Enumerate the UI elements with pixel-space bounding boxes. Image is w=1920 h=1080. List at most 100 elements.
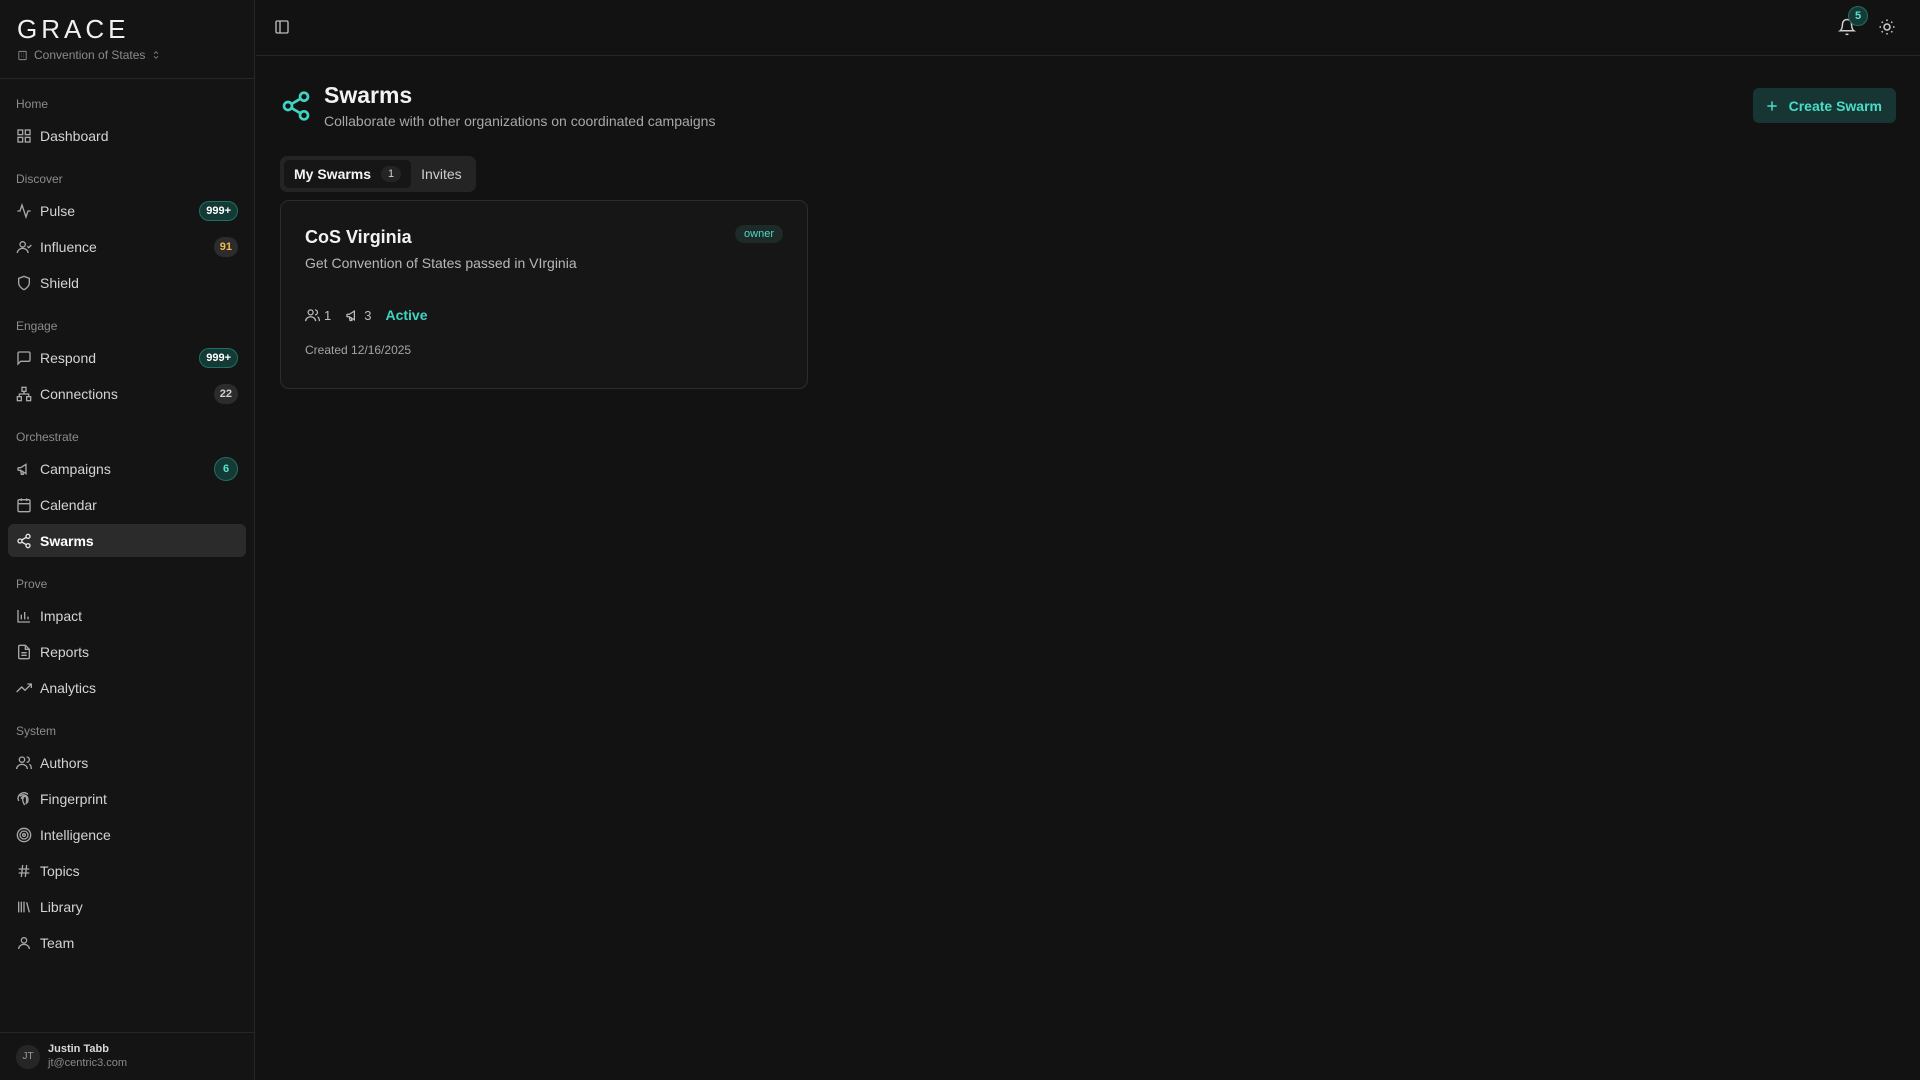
tab-count: 1 <box>381 166 402 182</box>
bar-chart-icon <box>17 609 30 623</box>
sidebar-item-label: Impact <box>40 607 83 624</box>
sidebar-item-label: Topics <box>40 862 80 879</box>
swarm-meta: 1 3 Active <box>305 307 783 323</box>
nav-section-home: Home Dashboard <box>8 95 246 152</box>
sidebar-item-label: Campaigns <box>40 460 111 477</box>
sidebar-item-analytics[interactable]: Analytics <box>8 671 246 704</box>
sidebar-item-label: Pulse <box>40 202 76 219</box>
sidebar-item-label: Calendar <box>40 496 97 513</box>
file-text-icon <box>18 644 30 659</box>
swarm-name: CoS Virginia <box>305 227 412 247</box>
role-badge: owner <box>735 225 783 243</box>
section-label: Discover <box>16 172 63 186</box>
dashboard-icon <box>17 128 31 143</box>
sidebar-toggle-icon[interactable] <box>274 19 290 35</box>
sidebar-item-fingerprint[interactable]: Fingerprint <box>8 782 246 815</box>
message-icon <box>17 350 31 366</box>
target-icon <box>16 827 32 842</box>
calendar-icon <box>17 497 31 512</box>
team-icon <box>18 936 30 949</box>
sidebar-item-label: Intelligence <box>40 826 111 843</box>
plus-icon <box>1766 100 1777 111</box>
sidebar-item-label: Analytics <box>40 679 97 696</box>
chevrons-up-down-icon <box>154 51 159 59</box>
count-badge: 22 <box>213 383 238 404</box>
nav-section-system: System Authors Fingerprint Intelligence … <box>8 722 246 959</box>
sidebar-item-label: Dashboard <box>40 127 109 144</box>
sidebar-item-label: Connections <box>40 385 118 402</box>
megaphone-icon <box>346 309 356 321</box>
hash-icon <box>18 864 30 877</box>
tab-invites[interactable]: Invites <box>411 160 471 188</box>
page-subtitle: Collaborate with other organizations on … <box>324 113 716 129</box>
nav-section-prove: Prove Impact Reports Analytics <box>8 575 246 704</box>
avatar: JT <box>16 1044 40 1069</box>
section-label: Engage <box>16 319 58 333</box>
org-name: Convention of States <box>34 48 146 62</box>
sidebar-item-intelligence[interactable]: Intelligence <box>8 818 246 851</box>
section-label: Prove <box>16 577 48 591</box>
users-icon <box>16 755 32 769</box>
sidebar-item-influence[interactable]: Influence 91 <box>8 230 246 263</box>
section-label: Orchestrate <box>16 430 79 444</box>
nav-section-engage: Engage Respond 999+ Connections 22 <box>8 317 246 410</box>
sidebar-item-reports[interactable]: Reports <box>8 635 246 668</box>
status-badge: Active <box>385 307 428 323</box>
sidebar-item-label: Fingerprint <box>40 790 107 807</box>
sidebar-item-campaigns[interactable]: Campaigns 6 <box>8 452 246 485</box>
app-logo: GRACE <box>17 14 130 44</box>
created-date: Created 12/16/2025 <box>305 343 412 357</box>
create-swarm-button[interactable]: Create Swarm <box>1752 88 1896 123</box>
sidebar-nav: Home Dashboard Discover Pulse 999+ Influ… <box>0 95 254 959</box>
sidebar-item-team[interactable]: Team <box>8 926 246 959</box>
sidebar-item-swarms[interactable]: Swarms <box>8 524 246 557</box>
count-badge: 999+ <box>199 347 238 368</box>
swarm-card[interactable]: CoS Virginia owner Get Convention of Sta… <box>280 200 808 389</box>
page-header: Swarms Collaborate with other organizati… <box>280 81 715 129</box>
create-swarm-label: Create Swarm <box>1788 97 1882 114</box>
sidebar-item-impact[interactable]: Impact <box>8 599 246 632</box>
user-profile[interactable]: JT Justin Tabb jt@centric3.com <box>0 1032 254 1080</box>
member-count: 1 <box>305 308 331 323</box>
user-email: jt@centric3.com <box>48 1057 128 1069</box>
sidebar-item-authors[interactable]: Authors <box>8 746 246 779</box>
sun-icon[interactable] <box>1878 18 1896 36</box>
share-icon <box>17 533 31 548</box>
swarm-description: Get Convention of States passed in VIrgi… <box>305 255 577 271</box>
network-icon <box>16 386 32 401</box>
sidebar-item-label: Authors <box>40 754 89 771</box>
activity-icon <box>17 202 31 219</box>
org-switcher[interactable]: Convention of States <box>17 48 254 62</box>
sidebar-item-library[interactable]: Library <box>8 890 246 923</box>
nav-section-orchestrate: Orchestrate Campaigns 6 Calendar Swarms <box>8 428 246 557</box>
building-icon <box>18 50 27 60</box>
tab-label: Invites <box>421 166 462 182</box>
sidebar-item-topics[interactable]: Topics <box>8 854 246 887</box>
page-title: Swarms <box>324 82 413 108</box>
sidebar-item-dashboard[interactable]: Dashboard <box>8 119 246 152</box>
sidebar-item-label: Influence <box>40 238 97 255</box>
section-label: Home <box>16 97 49 111</box>
main-content: Swarms Collaborate with other organizati… <box>256 57 1920 1080</box>
section-label: System <box>16 724 57 738</box>
fingerprint-icon <box>17 791 29 805</box>
sidebar-item-label: Library <box>40 898 83 915</box>
sidebar-item-calendar[interactable]: Calendar <box>8 488 246 521</box>
sidebar-item-shield[interactable]: Shield <box>8 266 246 299</box>
sidebar-item-respond[interactable]: Respond 999+ <box>8 341 246 374</box>
sidebar: GRACE Convention of States Home Dashboar… <box>0 0 255 1080</box>
sidebar-item-pulse[interactable]: Pulse 999+ <box>8 194 246 227</box>
sidebar-item-label: Respond <box>40 349 97 366</box>
megaphone-icon <box>17 462 27 475</box>
trending-up-icon <box>16 682 32 692</box>
sidebar-item-connections[interactable]: Connections 22 <box>8 377 246 410</box>
count-badge: 91 <box>213 236 238 257</box>
sidebar-item-label: Shield <box>40 274 79 291</box>
users-icon <box>305 308 320 321</box>
nav-section-discover: Discover Pulse 999+ Influence 91 Shield <box>8 170 246 299</box>
tab-my-swarms[interactable]: My Swarms 1 <box>284 160 412 188</box>
share-icon <box>282 91 310 121</box>
sidebar-item-label: Team <box>40 934 75 951</box>
top-bar: 5 <box>256 0 1920 56</box>
user-name: Justin Tabb <box>48 1043 109 1055</box>
